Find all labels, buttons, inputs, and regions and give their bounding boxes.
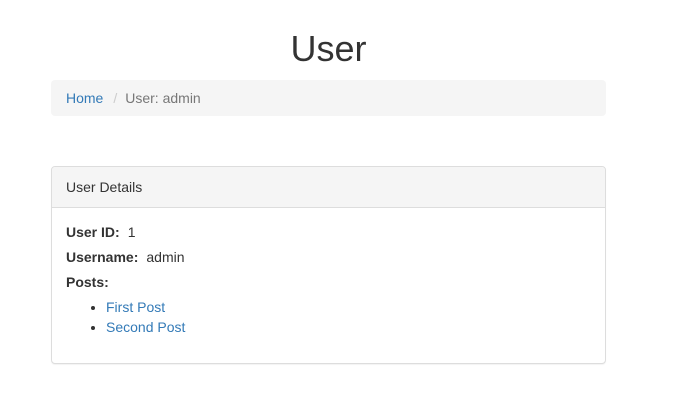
panel-heading: User Details — [52, 167, 605, 208]
list-item: First Post — [106, 297, 591, 317]
breadcrumb-current: User: admin — [125, 90, 201, 106]
username-row: Username: admin — [66, 247, 591, 272]
post-link-second[interactable]: Second Post — [106, 319, 185, 335]
user-id-label: User ID: — [66, 224, 120, 240]
page-title: User — [290, 28, 367, 69]
breadcrumb-home-link[interactable]: Home — [66, 88, 103, 108]
breadcrumb-separator: / — [113, 90, 118, 106]
posts-row: Posts: — [66, 272, 591, 297]
user-details-panel: User Details User ID: 1 Username: admin Po… — [51, 166, 606, 364]
breadcrumb: Home / User: admin — [51, 80, 606, 116]
posts-list: First Post Second Post — [66, 297, 591, 337]
posts-label: Posts: — [66, 274, 109, 290]
username-label: Username: — [66, 249, 139, 265]
user-id-row: User ID: 1 — [66, 222, 591, 247]
panel-body: User ID: 1 Username: admin Posts: First Po… — [52, 208, 605, 337]
user-id-value: 1 — [127, 224, 136, 240]
post-link-first[interactable]: First Post — [106, 299, 165, 315]
list-item: Second Post — [106, 317, 591, 337]
username-value: admin — [146, 249, 185, 265]
